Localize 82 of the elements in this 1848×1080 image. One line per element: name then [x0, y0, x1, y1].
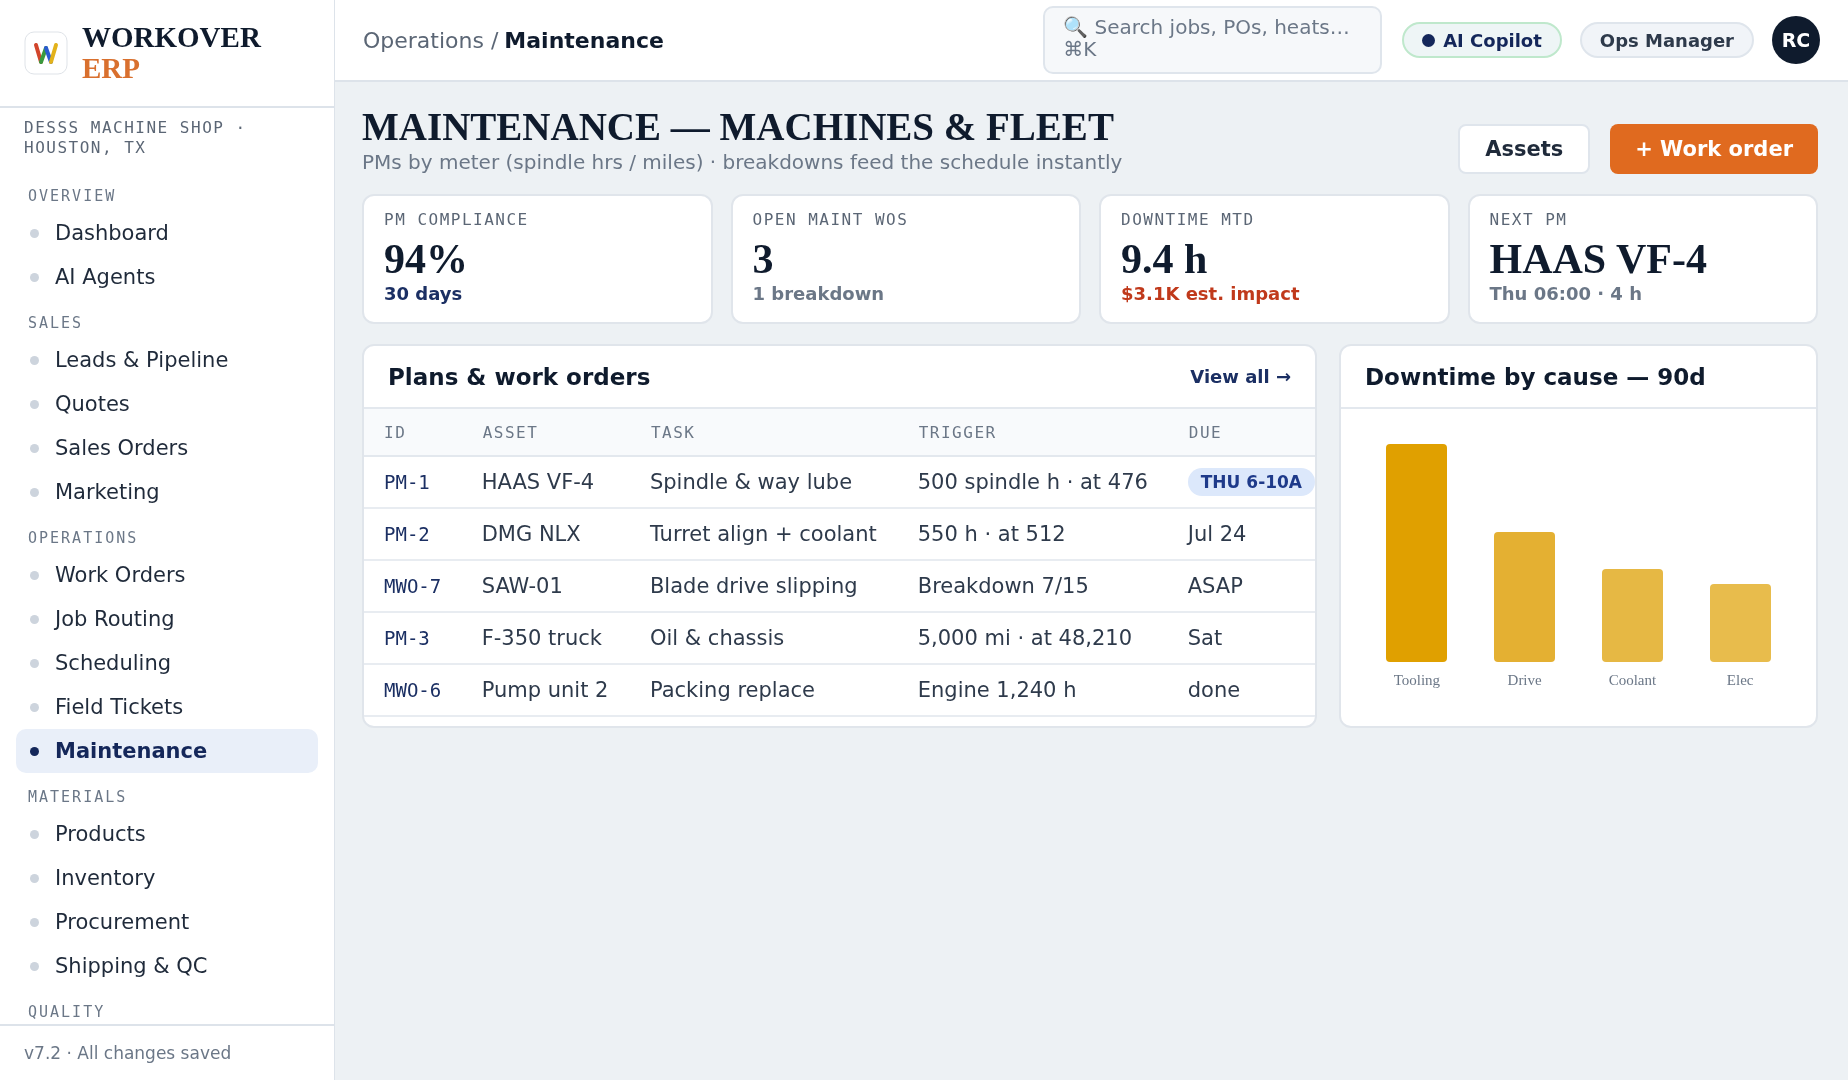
kpi-label: PM COMPLIANCE — [384, 210, 530, 229]
page-subtitle: PMs by meter (spindle hrs / miles) · breakdowns feed the schedule instantly — [362, 150, 1123, 174]
sidebar-item[interactable]: Shipping & QC — [16, 944, 318, 988]
sidebar-item[interactable]: Job Routing — [16, 597, 318, 641]
sidebar-item[interactable]: Maintenance — [16, 729, 318, 773]
org-name: DESSS MACHINE SHOP · HOUSTON, TX — [23, 117, 248, 158]
table-cell: SAW-01 — [481, 560, 650, 612]
table-cell: Breakdown 7/15 — [917, 560, 1188, 612]
panel-title: Downtime by cause — 90d — [1365, 363, 1706, 390]
status-text: v7.2 · All changes saved — [0, 1024, 334, 1080]
brand-suffix: ERP — [82, 53, 141, 84]
table-cell: Pump unit 2 — [481, 664, 650, 716]
table-cell: Spindle & way lube — [649, 456, 918, 508]
table-cell: Jul 24 — [1187, 508, 1315, 560]
kpi-value: 9.4 h — [1121, 235, 1209, 283]
kpi-value: HAAS VF-4 — [1489, 235, 1708, 283]
column-header: ASSET — [481, 409, 650, 456]
bar-label: Elec — [1726, 672, 1754, 689]
user-avatar[interactable]: RC — [1772, 16, 1820, 64]
column-header: TRIGGER — [917, 409, 1188, 456]
table-cell: Sat — [1187, 612, 1315, 664]
table-cell: Packing replace — [649, 664, 918, 716]
sidebar-item[interactable]: Sales Orders — [16, 426, 318, 470]
table-cell: ASAP — [1187, 560, 1315, 612]
table-cell: Turret align + coolant — [649, 508, 918, 560]
kpi-note: 1 breakdown — [752, 283, 886, 304]
section-heading: OVERVIEW — [27, 186, 118, 207]
column-header: DUE — [1187, 409, 1315, 456]
table-cell: PM-1 — [364, 456, 482, 508]
kpi-label: NEXT PM — [1489, 210, 1569, 229]
bar-label: Drive — [1507, 672, 1542, 689]
table-cell: 500 spindle h · at 476 — [917, 456, 1188, 508]
sidebar-item[interactable]: Scheduling — [16, 641, 318, 685]
table-cell: MWO-7 — [364, 560, 482, 612]
panel-title: Plans & work orders — [388, 363, 651, 390]
kpi-label: DOWNTIME MTD — [1121, 210, 1256, 229]
section-heading: OPERATIONS — [27, 528, 140, 549]
table-cell: HAAS VF-4 — [481, 456, 650, 508]
view-all-link[interactable]: View all → — [1190, 366, 1291, 387]
table-cell: Blade drive slipping — [649, 560, 918, 612]
sidebar-item[interactable]: Products — [16, 812, 318, 856]
column-header: TASK — [649, 409, 918, 456]
kpi-note: $3.1K est. impact — [1121, 283, 1301, 304]
table-cell: F-350 truck — [481, 612, 650, 664]
bar-label: Coolant — [1608, 672, 1657, 689]
table-cell: MWO-6 — [364, 664, 482, 716]
sidebar-item[interactable]: Quotes — [16, 382, 318, 426]
sidebar-item[interactable]: Procurement — [16, 900, 318, 944]
table-cell: PM-2 — [364, 508, 482, 560]
sidebar-item[interactable]: Dashboard — [16, 211, 318, 255]
brand-name: WORKOVER — [82, 22, 261, 53]
logo-icon — [24, 31, 68, 75]
section-heading: SALES — [27, 313, 85, 334]
role-button[interactable]: Ops Manager — [1579, 22, 1754, 58]
page-title: MAINTENANCE — MACHINES & FLEET — [362, 106, 1115, 148]
due-badge: THU 6-10A — [1187, 468, 1315, 496]
kpi-value: 94% — [384, 235, 469, 283]
table-cell: Oil & chassis — [649, 612, 918, 664]
search-field[interactable]: 🔍 Search jobs, POs, heats… ⌘K — [1043, 6, 1383, 74]
kpi-label: OPEN MAINT WOS — [752, 210, 910, 229]
section-heading: QUALITY — [27, 1002, 107, 1023]
sidebar-item[interactable]: AI Agents — [16, 255, 318, 299]
table-cell: 5,000 mi · at 48,210 — [917, 612, 1188, 664]
kpi-note: Thu 06:00 · 4 h — [1489, 283, 1643, 304]
column-header: ID — [364, 409, 482, 456]
breadcrumb-link[interactable]: Operations / — [363, 27, 499, 53]
sidebar-item[interactable]: Field Tickets — [16, 685, 318, 729]
table-cell: DMG NLX — [481, 508, 650, 560]
sidebar-item[interactable]: Leads & Pipeline — [16, 338, 318, 382]
sidebar-item[interactable]: Marketing — [16, 470, 318, 514]
assets-button[interactable]: Assets — [1458, 124, 1591, 174]
sidebar-item[interactable]: Inventory — [16, 856, 318, 900]
bar-label: Tooling — [1393, 672, 1441, 689]
copilot-button[interactable]: AI Copilot — [1402, 22, 1562, 58]
section-heading: MATERIALS — [27, 787, 129, 808]
table-cell: done — [1187, 664, 1315, 716]
kpi-value: 3 — [752, 235, 775, 283]
table-cell: PM-3 — [364, 612, 482, 664]
table-cell: Engine 1,240 h — [917, 664, 1188, 716]
breadcrumb-current: Maintenance — [504, 27, 664, 53]
sidebar-item[interactable]: Work Orders — [16, 553, 318, 597]
kpi-note: 30 days — [384, 283, 464, 304]
